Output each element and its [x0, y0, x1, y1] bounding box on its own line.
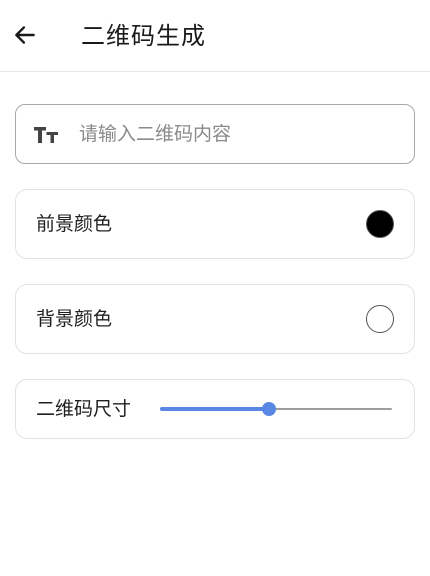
foreground-color-swatch[interactable] [366, 210, 394, 238]
arrow-left-icon [15, 26, 35, 44]
back-button[interactable] [10, 20, 40, 50]
qr-size-row: 二维码尺寸 [15, 379, 415, 439]
foreground-color-label: 前景颜色 [36, 213, 113, 235]
qr-content-field[interactable] [15, 104, 415, 164]
qr-size-label: 二维码尺寸 [36, 398, 132, 420]
background-color-swatch[interactable] [366, 305, 394, 333]
page-title: 二维码生成 [81, 22, 206, 50]
foreground-color-row[interactable]: 前景颜色 [15, 189, 415, 259]
qr-size-slider[interactable] [160, 400, 392, 418]
qr-content-input[interactable] [79, 115, 399, 153]
qr-generator-screen: 二维码生成 前景颜色 背景颜色 二维码尺寸 [0, 0, 430, 576]
background-color-label: 背景颜色 [36, 308, 113, 330]
app-bar: 二维码生成 [0, 0, 430, 72]
text-size-icon [34, 127, 58, 143]
slider-fill [160, 407, 270, 411]
slider-thumb[interactable] [262, 402, 277, 416]
background-color-row[interactable]: 背景颜色 [15, 284, 415, 354]
